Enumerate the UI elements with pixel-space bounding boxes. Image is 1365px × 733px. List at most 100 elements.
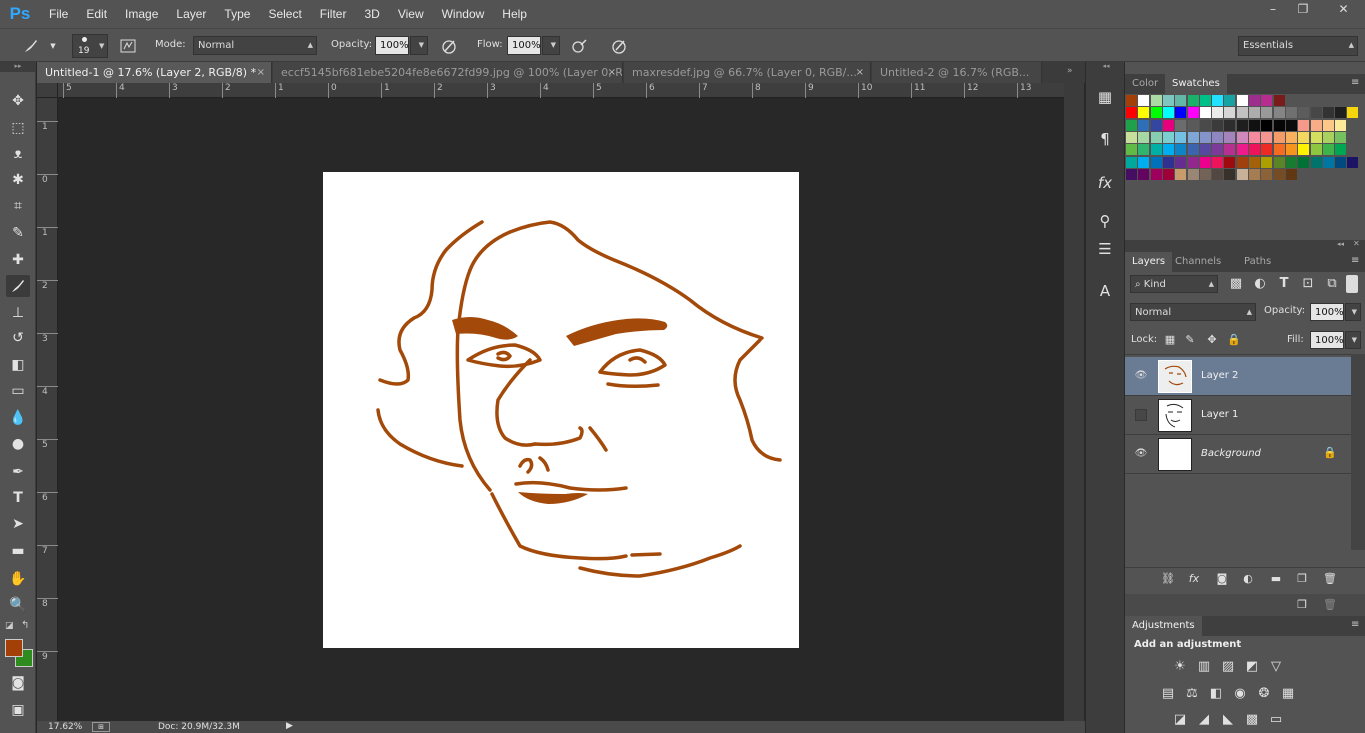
swap-colors-icon[interactable]: ↰ bbox=[21, 620, 29, 631]
swatch-cell[interactable] bbox=[1236, 156, 1248, 168]
swatch-cell[interactable] bbox=[1285, 131, 1297, 143]
swatch-cell[interactable] bbox=[1187, 168, 1199, 180]
visibility-toggle-off[interactable] bbox=[1135, 409, 1147, 421]
document-canvas[interactable] bbox=[323, 172, 799, 648]
opacity-input[interactable]: 100% bbox=[375, 36, 409, 55]
swatch-cell[interactable] bbox=[1212, 168, 1224, 180]
swatch-cell[interactable] bbox=[1236, 119, 1248, 131]
swatch-cell[interactable] bbox=[1187, 107, 1199, 119]
swatch-cell[interactable] bbox=[1224, 168, 1236, 180]
delete-layer-icon[interactable]: 🗑 bbox=[1321, 570, 1339, 588]
layer-opacity-input[interactable]: 100% bbox=[1310, 303, 1344, 321]
swatch-cell[interactable] bbox=[1199, 107, 1211, 119]
swatch-cell[interactable] bbox=[1187, 156, 1199, 168]
menu-window[interactable]: Window bbox=[433, 0, 494, 28]
swatch-cell[interactable] bbox=[1224, 95, 1236, 106]
brightness-contrast-icon[interactable]: ☀ bbox=[1171, 658, 1189, 676]
swatch-cell[interactable] bbox=[1199, 119, 1211, 131]
swatch-cell[interactable] bbox=[1298, 156, 1310, 168]
swatch-cell[interactable] bbox=[1138, 131, 1150, 143]
swatch-cell[interactable] bbox=[1187, 131, 1199, 143]
swatch-cell[interactable] bbox=[1126, 131, 1137, 143]
flow-input[interactable]: 100% bbox=[507, 36, 541, 55]
close-icon[interactable]: × bbox=[257, 62, 265, 83]
swatch-cell[interactable] bbox=[1175, 95, 1187, 106]
path-selection-tool-icon[interactable]: ➤ bbox=[6, 513, 30, 535]
new-adjustment-layer-icon[interactable]: ◐ bbox=[1239, 570, 1257, 588]
panel-menu-icon[interactable]: ≡ bbox=[1351, 255, 1359, 266]
swatch-cell[interactable] bbox=[1335, 131, 1347, 143]
brush-preset-dropdown-icon[interactable]: ▼ bbox=[44, 37, 62, 55]
tab-swatches[interactable]: Swatches bbox=[1165, 74, 1227, 94]
swatch-cell[interactable] bbox=[1224, 119, 1236, 131]
swatch-cell[interactable] bbox=[1212, 144, 1224, 156]
brush-preset-icon[interactable] bbox=[22, 37, 40, 55]
swatch-cell[interactable] bbox=[1335, 107, 1347, 119]
swatch-cell[interactable] bbox=[1273, 95, 1285, 106]
swatch-cell[interactable] bbox=[1322, 144, 1334, 156]
filter-shape-icon[interactable]: ⊡ bbox=[1299, 275, 1317, 293]
close-window-button[interactable]: ✕ bbox=[1322, 0, 1365, 20]
swatch-cell[interactable] bbox=[1175, 107, 1187, 119]
swatch-cell[interactable] bbox=[1322, 131, 1334, 143]
history-brush-tool-icon[interactable]: ↺ bbox=[6, 327, 30, 349]
swatch-cell[interactable] bbox=[1162, 156, 1174, 168]
layer-row-layer-1[interactable]: Layer 1 bbox=[1125, 396, 1365, 435]
vibrance-icon[interactable]: ▽ bbox=[1267, 658, 1285, 676]
swatch-cell[interactable] bbox=[1187, 95, 1199, 106]
swatch-cell[interactable] bbox=[1310, 119, 1322, 131]
swatch-cell[interactable] bbox=[1236, 131, 1248, 143]
blend-mode-select[interactable]: Normal ▲ bbox=[1130, 303, 1256, 321]
filter-smart-object-icon[interactable]: ⧉ bbox=[1323, 275, 1341, 293]
swatch-cell[interactable] bbox=[1310, 131, 1322, 143]
levels-icon[interactable]: ▥ bbox=[1195, 658, 1213, 676]
swatch-cell[interactable] bbox=[1199, 168, 1211, 180]
color-balance-icon[interactable]: ⚖ bbox=[1183, 685, 1201, 703]
menu-image[interactable]: Image bbox=[116, 0, 167, 28]
swatch-cell[interactable] bbox=[1261, 119, 1273, 131]
swatch-cell[interactable] bbox=[1249, 95, 1260, 106]
pressure-size-icon[interactable] bbox=[610, 37, 628, 55]
type-tool-icon[interactable]: T bbox=[6, 487, 30, 509]
swatch-cell[interactable] bbox=[1285, 107, 1297, 119]
quick-mask-icon[interactable]: ◙ bbox=[6, 672, 30, 694]
default-colors-icon[interactable]: ◪ bbox=[5, 621, 14, 631]
menu-help[interactable]: Help bbox=[493, 0, 536, 28]
swatch-cell[interactable] bbox=[1162, 131, 1174, 143]
layer-style-icon[interactable]: fx bbox=[1185, 570, 1203, 588]
filter-adjustment-icon[interactable]: ◐ bbox=[1251, 275, 1269, 293]
status-menu-arrow-icon[interactable]: ▶ bbox=[286, 721, 293, 731]
swatch-cell[interactable] bbox=[1347, 156, 1359, 168]
swatch-cell[interactable] bbox=[1322, 107, 1334, 119]
swatch-cell[interactable] bbox=[1138, 144, 1150, 156]
tab-layers[interactable]: Layers bbox=[1125, 252, 1173, 272]
new-layer-icon[interactable]: ❐ bbox=[1293, 596, 1311, 614]
swatch-cell[interactable] bbox=[1150, 131, 1162, 143]
brush-size-picker[interactable]: 19 ▼ bbox=[72, 34, 108, 58]
swatch-cell[interactable] bbox=[1175, 144, 1187, 156]
swatch-cell[interactable] bbox=[1322, 156, 1334, 168]
zoom-tool-icon[interactable]: 🔍 bbox=[6, 594, 30, 616]
swatch-cell[interactable] bbox=[1150, 156, 1162, 168]
invert-icon[interactable]: ◪ bbox=[1171, 711, 1189, 729]
layer-row-layer-2[interactable]: 👁 Layer 2 bbox=[1125, 357, 1365, 396]
swatch-cell[interactable] bbox=[1261, 156, 1273, 168]
swatch-cell[interactable] bbox=[1126, 144, 1137, 156]
tab-eccf-image[interactable]: eccf5145bf681ebe5204fe8e6672fd99.jpg @ 1… bbox=[273, 62, 623, 83]
swatch-cell[interactable] bbox=[1212, 156, 1224, 168]
layer-opacity-dropdown[interactable]: ▼ bbox=[1345, 303, 1361, 321]
curves-icon[interactable]: ▨ bbox=[1219, 658, 1237, 676]
swatch-cell[interactable] bbox=[1175, 156, 1187, 168]
status-icon[interactable]: ⊞ bbox=[92, 722, 110, 732]
vertical-ruler[interactable]: 1 0 1 2 3 4 5 6 7 8 9 bbox=[37, 98, 58, 721]
swatch-cell[interactable] bbox=[1162, 144, 1174, 156]
swatch-cell[interactable] bbox=[1199, 144, 1211, 156]
dodge-tool-icon[interactable]: ● bbox=[6, 433, 30, 455]
restore-button[interactable]: ❐ bbox=[1288, 0, 1318, 20]
new-group-icon[interactable]: ▬ bbox=[1267, 570, 1285, 588]
swatch-cell[interactable] bbox=[1224, 131, 1236, 143]
swatch-cell[interactable] bbox=[1273, 156, 1285, 168]
swatch-cell[interactable] bbox=[1322, 119, 1334, 131]
menu-select[interactable]: Select bbox=[259, 0, 310, 28]
swatch-cell[interactable] bbox=[1236, 144, 1248, 156]
